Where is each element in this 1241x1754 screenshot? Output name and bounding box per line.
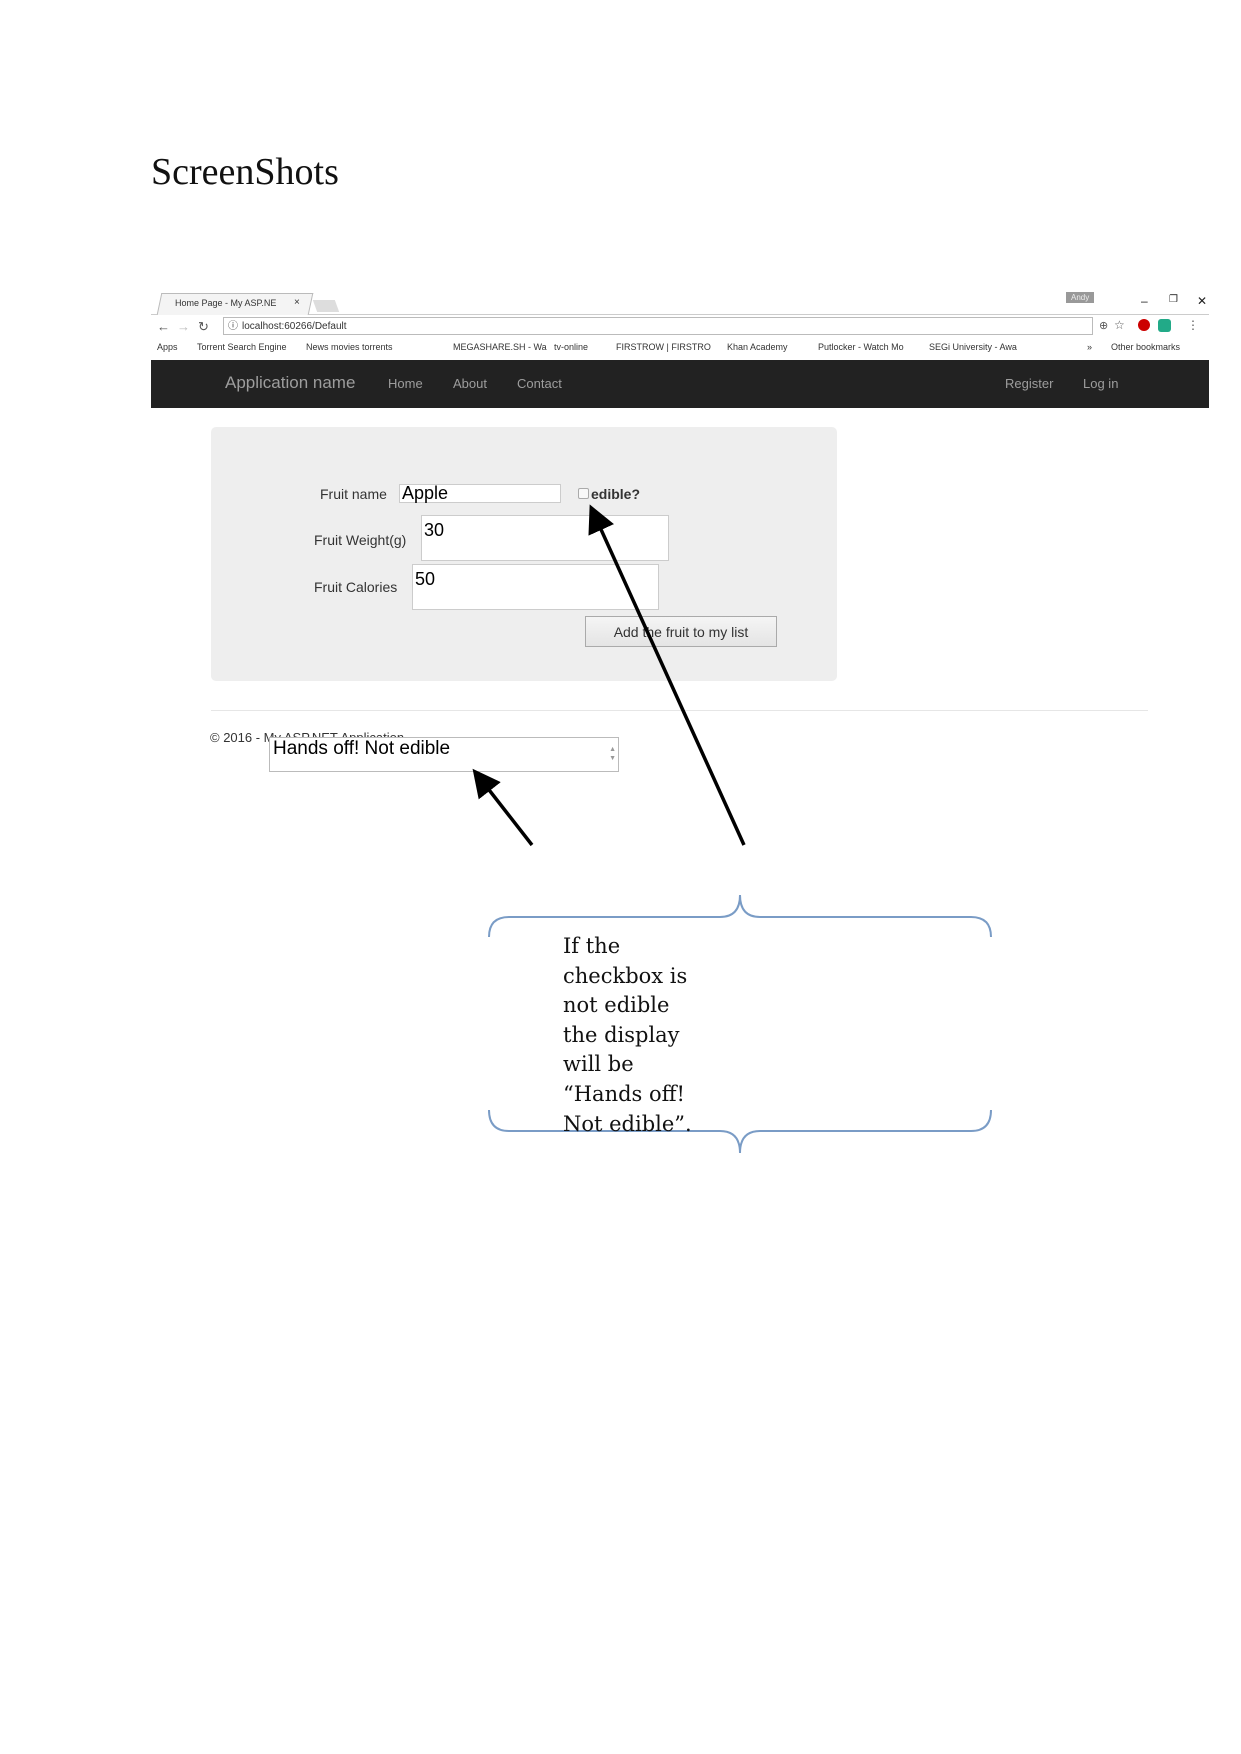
top-brace <box>488 894 992 938</box>
annotation-overlay <box>472 504 992 1154</box>
arrow-to-checkbox <box>588 504 746 846</box>
arrow-to-textarea <box>472 768 534 847</box>
annotation-note: If the checkbox is not edible the displa… <box>563 934 692 1136</box>
